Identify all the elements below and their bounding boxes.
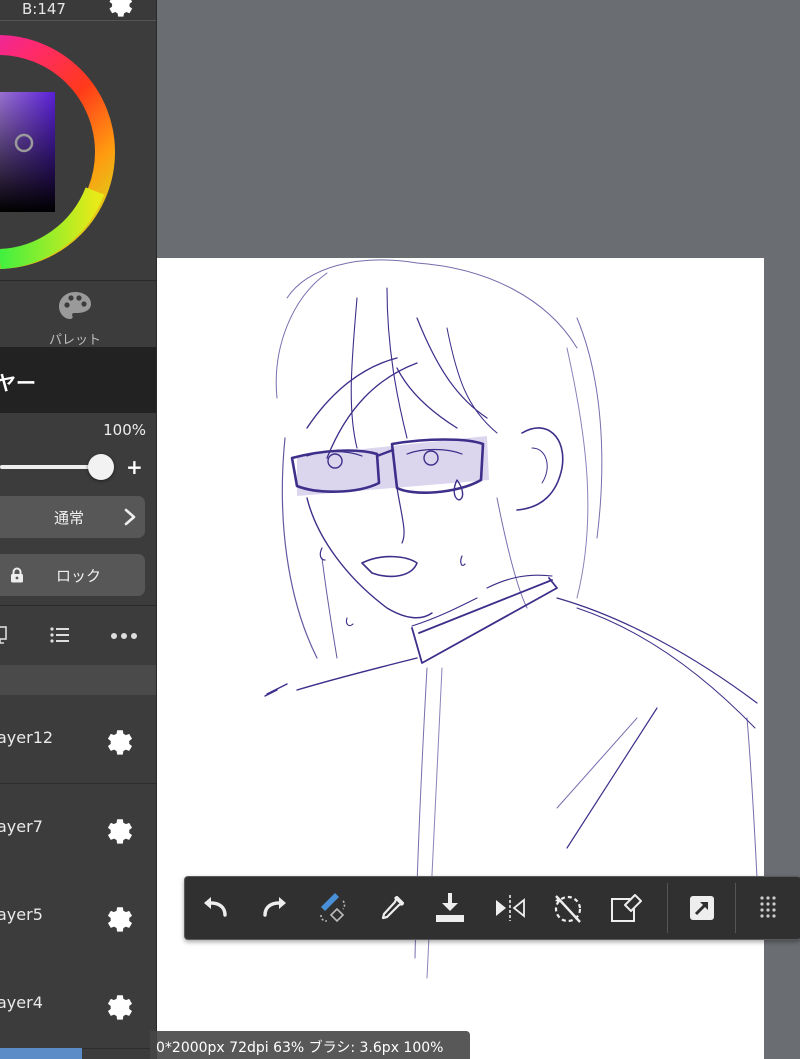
opacity-slider[interactable]: + bbox=[0, 451, 156, 481]
color-header: B:147 bbox=[0, 0, 156, 21]
opacity-plus-button[interactable]: + bbox=[126, 455, 143, 479]
gear-icon[interactable] bbox=[100, 811, 134, 845]
undo-icon[interactable] bbox=[199, 891, 233, 925]
gear-icon[interactable] bbox=[100, 987, 134, 1021]
selection-indicator bbox=[0, 1048, 82, 1059]
rotate-reset-icon[interactable] bbox=[551, 891, 585, 925]
layer-row[interactable]: ayer5 bbox=[0, 872, 156, 961]
layer-thumbnail-icon[interactable] bbox=[0, 626, 10, 646]
blend-mode-button[interactable]: 通常 bbox=[0, 496, 145, 538]
opacity-track[interactable] bbox=[0, 465, 100, 469]
eraser-select-icon[interactable] bbox=[609, 891, 643, 925]
layer-name: ayer5 bbox=[0, 905, 43, 924]
opacity-thumb[interactable] bbox=[88, 454, 114, 480]
status-text: 0*2000px 72dpi 63% ブラシ: 3.6px 100% bbox=[156, 1040, 444, 1056]
opacity-value: 100% bbox=[103, 421, 146, 439]
lock-icon bbox=[11, 567, 23, 583]
layer-name: ayer12 bbox=[0, 728, 54, 747]
redo-icon[interactable] bbox=[257, 891, 291, 925]
layer-list-header bbox=[0, 665, 156, 695]
chevron-right-icon bbox=[124, 508, 136, 526]
blend-mode-label: 通常 bbox=[54, 509, 85, 527]
brush-swap-icon[interactable] bbox=[315, 891, 349, 925]
lock-button[interactable]: ロック bbox=[0, 554, 145, 596]
layer-row[interactable]: ayer4 bbox=[0, 960, 156, 1049]
layer-name: ayer7 bbox=[0, 817, 43, 836]
more-grid-icon[interactable] bbox=[751, 891, 785, 925]
gear-icon[interactable] bbox=[100, 899, 134, 933]
gear-icon[interactable] bbox=[100, 722, 134, 756]
color-wheel[interactable] bbox=[0, 21, 156, 279]
left-panel: B:147 パレット ヤー 100% + 通常 ロック ayer12 ayer7… bbox=[0, 0, 157, 1059]
flip-horizontal-icon[interactable] bbox=[493, 891, 527, 925]
layer-panel-title: ヤー bbox=[0, 371, 36, 395]
layer-properties: 100% + 通常 ロック bbox=[0, 414, 156, 604]
palette-tab[interactable]: パレット bbox=[0, 280, 156, 348]
palette-label: パレット bbox=[48, 333, 101, 348]
bottom-toolbar bbox=[184, 876, 800, 940]
palette-icon bbox=[59, 292, 91, 319]
color-picker[interactable] bbox=[0, 21, 156, 279]
eyedropper-icon[interactable] bbox=[375, 891, 409, 925]
list-icon[interactable] bbox=[50, 626, 70, 644]
fill-icon[interactable] bbox=[433, 891, 467, 925]
toolbar-separator bbox=[735, 883, 736, 933]
layer-tools bbox=[0, 605, 156, 665]
gear-icon[interactable] bbox=[102, 0, 134, 18]
status-bar: 0*2000px 72dpi 63% ブラシ: 3.6px 100% bbox=[150, 1031, 470, 1059]
layer-panel-header: ヤー bbox=[0, 347, 156, 413]
color-readout: B:147 bbox=[22, 0, 66, 18]
layer-row[interactable]: ayer12 bbox=[0, 695, 156, 784]
toolbar-separator bbox=[667, 883, 668, 933]
layer-name: ayer4 bbox=[0, 993, 43, 1012]
layer-row[interactable]: ayer7 bbox=[0, 784, 156, 873]
more-options-icon[interactable] bbox=[110, 632, 138, 640]
transform-icon[interactable] bbox=[685, 891, 719, 925]
lock-label: ロック bbox=[56, 567, 102, 585]
